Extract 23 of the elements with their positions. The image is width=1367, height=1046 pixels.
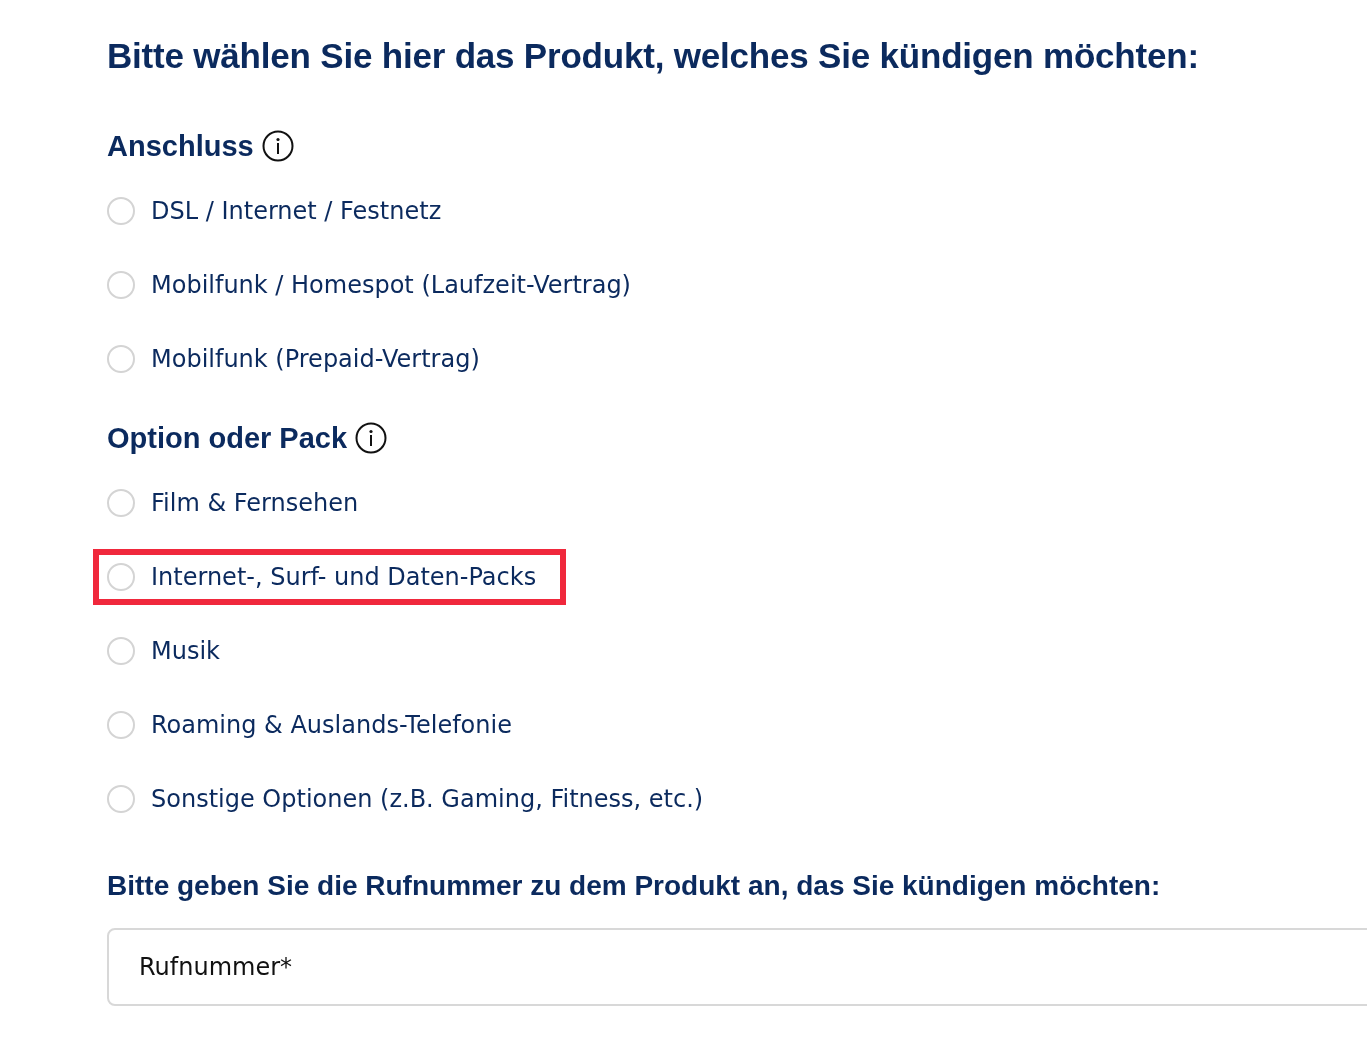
radio-option[interactable]: DSL / Internet / Festnetz [93,183,472,239]
info-icon[interactable] [261,130,294,162]
radio-button[interactable] [107,563,135,591]
radio-option[interactable]: Musik [93,623,250,679]
radio-button[interactable] [107,711,135,739]
radio-button[interactable] [107,345,135,373]
section-heading: Bitte geben Sie die Rufnummer zu dem Produkt an, das Sie kündigen möchten: [107,870,1162,902]
radio-button[interactable] [107,489,135,517]
section-heading: Option oder Pack [107,421,348,455]
radio-button[interactable] [107,271,135,299]
radio-option[interactable]: Mobilfunk (Prepaid-Vertrag) [93,331,510,387]
radio-option[interactable]: Roaming & Auslands-Telefonie [93,697,542,753]
radio-option[interactable]: Film & Fernsehen [93,475,389,531]
radio-option[interactable]: Mobilfunk / Homespot (Laufzeit-Vertrag) [93,257,661,313]
section-heading: Anschluss [107,129,254,163]
highlighted-radio-option[interactable]: Internet-, Surf- und Daten-Packs [93,549,567,605]
info-icon[interactable] [355,422,388,454]
page-title: Bitte wählen Sie hier das Produkt, welches Sie kündigen möchten: [107,35,1200,77]
phone-number-field[interactable]: Rufnummer* [107,928,1367,1006]
radio-button[interactable] [107,197,135,225]
radio-button[interactable] [107,637,135,665]
radio-option[interactable]: Sonstige Optionen (z.B. Gaming, Fitness, etc.) [93,771,734,827]
radio-button[interactable] [107,785,135,813]
